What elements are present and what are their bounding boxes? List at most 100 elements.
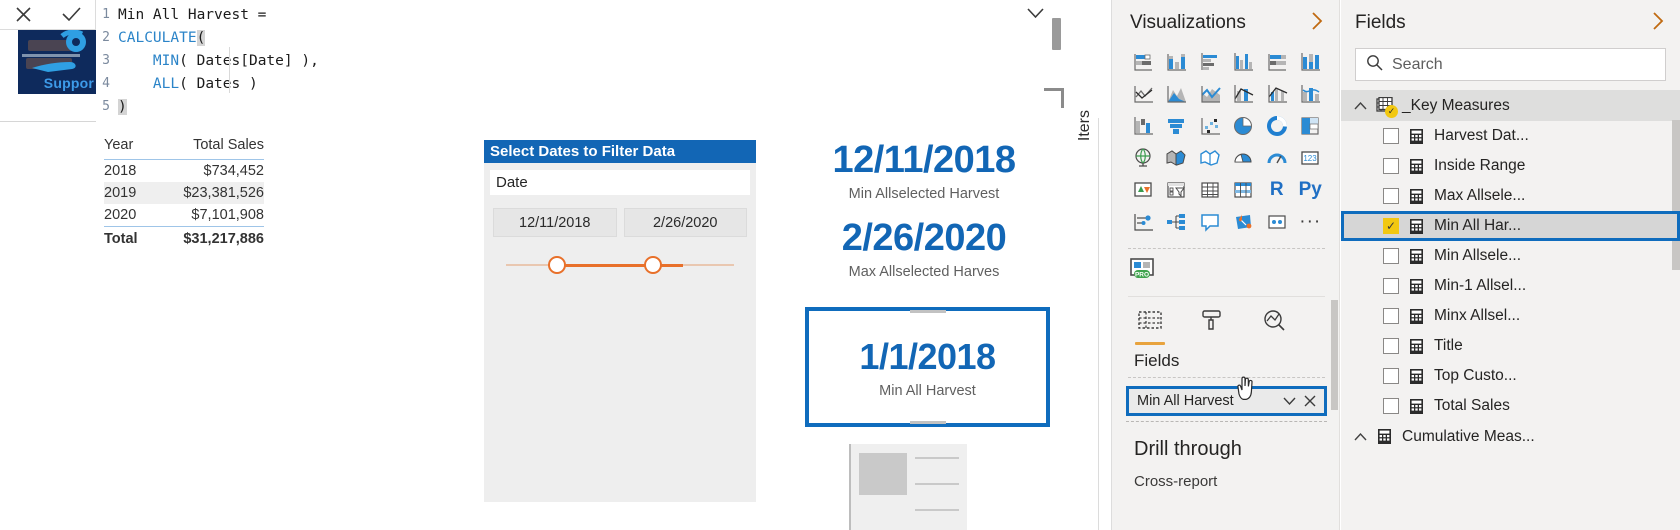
field-group-label: _Key Measures: [1402, 96, 1510, 114]
more-visuals-icon[interactable]: ···: [1298, 210, 1322, 234]
field-group-cumulative-measures[interactable]: Cumulative Meas...: [1341, 421, 1680, 452]
dax-formula-bar[interactable]: Suppor 1 Min All Harvest = 2 CALCULATE( …: [0, 0, 1070, 122]
field-group-key-measures[interactable]: ✓ _Key Measures: [1341, 90, 1680, 121]
decomposition-tree-icon[interactable]: [1164, 210, 1188, 234]
stacked-column-chart-icon[interactable]: [1164, 50, 1188, 74]
formula-scrollbar-thumb[interactable]: [1052, 18, 1061, 50]
clustered-column-chart-icon[interactable]: [1231, 50, 1255, 74]
table-row[interactable]: 2018 $734,452: [104, 160, 264, 183]
field-item-inside-range[interactable]: Inside Range: [1341, 151, 1680, 181]
card-max-allselected-harvest[interactable]: 2/26/2020 Max Allselected Harves: [790, 216, 1058, 280]
azure-map-icon[interactable]: [1231, 146, 1255, 170]
field-checkbox[interactable]: [1383, 128, 1399, 144]
scrollbar-thumb[interactable]: [1331, 300, 1338, 410]
card-icon[interactable]: 123: [1298, 146, 1322, 170]
slider-handle-start[interactable]: [548, 256, 566, 274]
scatter-chart-icon[interactable]: [1198, 114, 1222, 138]
field-item-title[interactable]: Title: [1341, 331, 1680, 361]
field-checkbox[interactable]: [1383, 248, 1399, 264]
resize-handle-top[interactable]: [909, 310, 946, 313]
field-checkbox[interactable]: [1383, 278, 1399, 294]
stacked-bar-chart-icon[interactable]: [1131, 50, 1155, 74]
area-chart-icon[interactable]: [1164, 82, 1188, 106]
code-text: ALL( Dates ): [152, 75, 258, 92]
waterfall-chart-icon[interactable]: [1131, 114, 1155, 138]
field-item-top-customer[interactable]: Top Custo...: [1341, 361, 1680, 391]
chevron-right-icon[interactable]: [1651, 11, 1666, 35]
close-icon[interactable]: [1300, 395, 1320, 407]
hundred-percent-stacked-bar-chart-icon[interactable]: [1265, 50, 1289, 74]
scrollbar-thumb[interactable]: [1672, 120, 1680, 270]
slicer-icon[interactable]: [1164, 178, 1188, 202]
r-script-visual-icon[interactable]: R: [1265, 178, 1289, 202]
line-and-clustered-column-chart-icon[interactable]: [1265, 82, 1289, 106]
donut-chart-icon[interactable]: [1265, 114, 1289, 138]
visualizations-pane-scrollbar[interactable]: [1331, 300, 1338, 450]
fields-pane-scrollbar[interactable]: [1672, 120, 1680, 380]
slicer-end-date-input[interactable]: 2/26/2020: [623, 208, 747, 237]
field-item-total-sales[interactable]: Total Sales: [1341, 391, 1680, 421]
filled-map-icon[interactable]: [1164, 146, 1188, 170]
table-icon[interactable]: [1198, 178, 1222, 202]
tab-format[interactable]: [1196, 309, 1228, 345]
field-checkbox[interactable]: [1383, 158, 1399, 174]
key-influencers-icon[interactable]: [1131, 210, 1155, 234]
treemap-icon[interactable]: [1298, 114, 1322, 138]
resize-handle-bottom[interactable]: [909, 421, 946, 424]
field-checkbox[interactable]: ✓: [1383, 218, 1399, 234]
chevron-down-icon[interactable]: [1279, 397, 1300, 406]
field-checkbox[interactable]: [1383, 188, 1399, 204]
matrix-icon[interactable]: [1231, 178, 1255, 202]
table-row[interactable]: 2019 $23,381,526: [104, 182, 264, 204]
field-well-min-all-harvest[interactable]: Min All Harvest: [1126, 386, 1327, 416]
chevron-up-icon[interactable]: [1353, 101, 1367, 110]
map-icon[interactable]: [1131, 146, 1155, 170]
date-range-slicer[interactable]: Select Dates to Filter Data Date 12/11/2…: [484, 140, 756, 502]
funnel-chart-icon[interactable]: [1164, 114, 1188, 138]
slider-handle-end[interactable]: [644, 256, 662, 274]
python-visual-icon[interactable]: Py: [1298, 178, 1322, 202]
field-checkbox[interactable]: [1383, 308, 1399, 324]
partial-report-visual[interactable]: [849, 444, 967, 530]
chevron-right-icon[interactable]: [1310, 11, 1325, 35]
search-input[interactable]: Search: [1355, 48, 1666, 81]
stacked-area-chart-icon[interactable]: [1198, 82, 1222, 106]
gauge-chart-icon[interactable]: [1265, 146, 1289, 170]
report-canvas[interactable]: Year Total Sales 2018 $734,452 2019 $23,…: [0, 122, 1070, 530]
smart-narrative-icon[interactable]: [1231, 210, 1255, 234]
kpi-icon[interactable]: [1131, 178, 1155, 202]
field-item-min-allselected[interactable]: Min Allsele...: [1341, 241, 1680, 271]
field-item-min-all-harvest[interactable]: ✓ Min All Har...: [1341, 211, 1680, 241]
clustered-bar-chart-icon[interactable]: [1198, 50, 1222, 74]
card-min-all-harvest-selected[interactable]: 1/1/2018 Min All Harvest: [805, 307, 1050, 427]
field-item-harvest-date[interactable]: Harvest Dat...: [1341, 121, 1680, 151]
filters-rail[interactable]: [1070, 0, 1112, 530]
power-bi-pro-visual-icon[interactable]: PRO: [1130, 258, 1156, 286]
line-chart-icon[interactable]: [1131, 82, 1155, 106]
slicer-start-date-input[interactable]: 12/11/2018: [493, 208, 617, 237]
field-item-max-allselected[interactable]: Max Allsele...: [1341, 181, 1680, 211]
total-sales-table-visual[interactable]: Year Total Sales 2018 $734,452 2019 $23,…: [104, 135, 264, 250]
slicer-range-slider[interactable]: [506, 254, 734, 276]
chevron-down-icon[interactable]: [1022, 2, 1048, 24]
close-icon[interactable]: [10, 3, 38, 27]
field-item-minx-allselected[interactable]: Minx Allsel...: [1341, 301, 1680, 331]
paginated-report-icon[interactable]: [1265, 210, 1289, 234]
table-row[interactable]: 2020 $7,101,908: [104, 204, 264, 227]
ribbon-chart-icon[interactable]: [1298, 82, 1322, 106]
dax-code-editor[interactable]: 1 Min All Harvest = 2 CALCULATE( 3 MIN( …: [96, 0, 1070, 122]
tab-fields[interactable]: [1134, 309, 1166, 345]
checkmark-icon[interactable]: [57, 3, 85, 27]
field-checkbox[interactable]: [1383, 368, 1399, 384]
field-checkbox[interactable]: [1383, 338, 1399, 354]
qna-icon[interactable]: [1198, 210, 1222, 234]
line-and-stacked-column-chart-icon[interactable]: [1231, 82, 1255, 106]
shape-map-icon[interactable]: [1198, 146, 1222, 170]
hundred-percent-stacked-column-chart-icon[interactable]: [1298, 50, 1322, 74]
pie-chart-icon[interactable]: [1231, 114, 1255, 138]
chevron-up-icon[interactable]: [1353, 432, 1367, 441]
tab-analytics[interactable]: [1258, 309, 1290, 345]
field-item-min-1-allselected[interactable]: Min-1 Allsel...: [1341, 271, 1680, 301]
field-checkbox[interactable]: [1383, 398, 1399, 414]
card-min-allselected-harvest[interactable]: 12/11/2018 Min Allselected Harvest: [790, 138, 1058, 202]
